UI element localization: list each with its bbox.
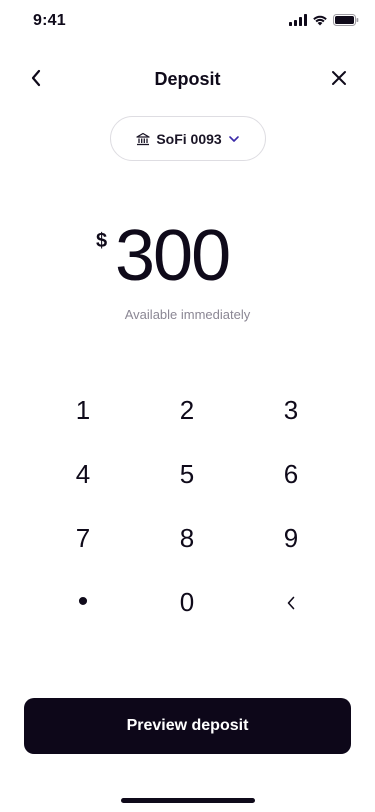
key-decimal[interactable]: • <box>31 570 135 634</box>
status-bar: 9:41 <box>0 0 375 44</box>
key-6[interactable]: 6 <box>239 442 343 506</box>
key-3[interactable]: 3 <box>239 378 343 442</box>
page-title: Deposit <box>154 69 221 89</box>
key-1[interactable]: 1 <box>31 378 135 442</box>
key-8[interactable]: 8 <box>135 506 239 570</box>
status-icons <box>289 14 359 26</box>
amount-value: 300 <box>115 216 231 296</box>
header: Deposit <box>0 58 375 102</box>
key-7[interactable]: 7 <box>31 506 135 570</box>
amount-display: $ 300 <box>0 216 375 300</box>
currency-symbol: $ <box>96 230 108 252</box>
close-button[interactable] <box>325 66 353 94</box>
availability-text: Available immediately <box>124 307 251 322</box>
status-time: 9:41 <box>33 12 66 29</box>
account-selector[interactable]: SoFi 0093 <box>110 116 266 161</box>
home-indicator <box>121 798 255 803</box>
battery-icon <box>333 14 359 26</box>
signal-icon <box>289 14 307 26</box>
key-4[interactable]: 4 <box>31 442 135 506</box>
close-icon <box>331 70 347 91</box>
key-0[interactable]: 0 <box>135 570 239 634</box>
wifi-icon <box>312 14 328 26</box>
preview-deposit-button[interactable]: Preview deposit <box>24 698 351 754</box>
key-2[interactable]: 2 <box>135 378 239 442</box>
number-keypad: 1 2 3 4 5 6 7 8 9 • 0 <box>31 378 343 634</box>
backspace-chevron-icon <box>286 587 296 618</box>
key-backspace[interactable] <box>239 570 343 634</box>
account-label: SoFi 0093 <box>156 130 222 147</box>
bank-icon <box>136 132 150 146</box>
key-5[interactable]: 5 <box>135 442 239 506</box>
key-9[interactable]: 9 <box>239 506 343 570</box>
chevron-down-icon <box>228 135 240 143</box>
